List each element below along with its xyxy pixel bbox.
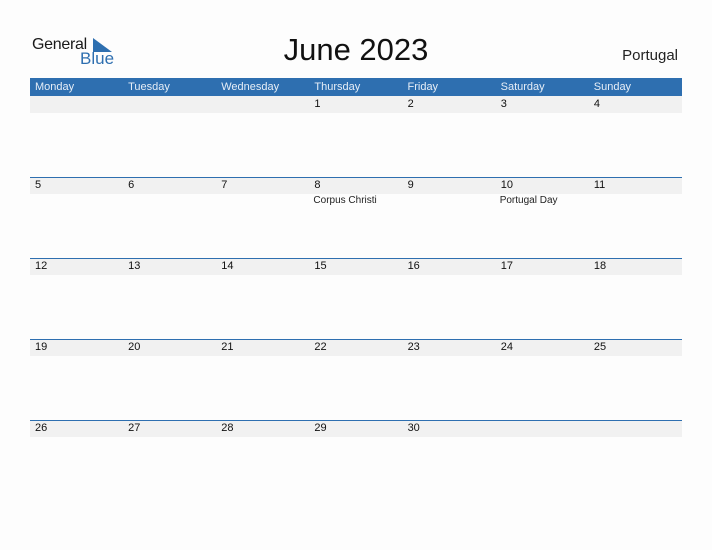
day-number: 22 [314,341,327,353]
day-number: 18 [593,260,607,272]
calendar-title: June 2023 [283,32,429,67]
day-cell: 24 [496,339,589,420]
week-row: 1 2 3 4 [30,96,682,177]
day-cell: 14 [216,258,309,339]
day-number: 30 [407,422,420,434]
day-cell: 5 [30,177,123,258]
day-cell: 11 [589,177,682,258]
day-number: 7 [221,179,228,191]
day-number: 11 [593,179,606,191]
day-cell: 15 [309,258,402,339]
day-number: 1 [314,98,321,110]
day-cell: 9 [403,177,496,258]
day-cell: 26 [30,420,123,501]
day-number: 13 [128,260,141,272]
day-number: 25 [593,341,607,353]
day-number: 12 [35,260,48,272]
day-cell [589,420,682,501]
day-number: 6 [128,179,135,191]
week-row: 5 6 7 8 Corpus Christi 9 10 Portugal Day 11 [30,177,682,258]
day-number: 26 [35,422,48,434]
week-row: 26 27 28 29 30 [30,420,682,501]
country-label: Portugal [622,47,678,64]
day-number: 24 [500,341,513,353]
weekday-saturday: Saturday [500,81,545,93]
weekday-wednesday: Wednesday [221,81,280,93]
day-cell: 12 [30,258,123,339]
weekday-monday: Monday [35,81,75,93]
day-number: 23 [407,341,420,353]
day-cell [123,96,216,177]
weekday-thursday: Thursday [314,81,361,93]
day-number: 9 [407,179,414,191]
day-cell: 19 [30,339,123,420]
day-cell: 18 [589,258,682,339]
holiday-label: Portugal Day [499,195,558,206]
day-cell: 23 [403,339,496,420]
day-number: 8 [314,179,321,191]
day-cell: 16 [403,258,496,339]
week-row: 12 13 14 15 16 17 18 [30,258,682,339]
weekday-header: Monday Tuesday Wednesday Thursday Friday… [30,78,682,96]
holiday-label: Corpus Christi [313,195,377,206]
day-cell: 7 [216,177,309,258]
day-number: 20 [128,341,141,353]
day-cell: 30 [403,420,496,501]
day-cell: 20 [123,339,216,420]
day-cell: 4 [589,96,682,177]
day-cell [496,420,589,501]
day-cell: 29 [309,420,402,501]
day-cell: 17 [496,258,589,339]
day-cell: 22 [309,339,402,420]
day-number: 4 [593,98,600,110]
day-cell [216,96,309,177]
day-cell: 2 [403,96,496,177]
day-cell: 8 Corpus Christi [309,177,402,258]
day-number: 27 [128,422,141,434]
day-number: 14 [221,260,234,272]
day-cell: 25 [589,339,682,420]
day-number: 2 [407,98,414,110]
day-number: 28 [221,422,234,434]
day-cell: 21 [216,339,309,420]
day-cell: 1 [309,96,402,177]
day-number: 10 [500,179,513,191]
day-number: 15 [314,260,327,272]
day-number: 5 [35,179,42,191]
day-number: 3 [500,98,507,110]
weekday-friday: Friday [407,81,439,93]
day-number: 29 [314,422,327,434]
day-number: 19 [35,341,48,353]
day-number: 16 [407,260,420,272]
day-cell: 6 [123,177,216,258]
day-number: 17 [500,260,513,272]
day-cell: 28 [216,420,309,501]
day-cell: 27 [123,420,216,501]
weekday-sunday: Sunday [593,81,632,93]
day-cell: 3 [496,96,589,177]
day-number: 21 [221,341,234,353]
weekday-tuesday: Tuesday [128,81,170,93]
week-row: 19 20 21 22 23 24 25 [30,339,682,420]
day-cell: 10 Portugal Day [496,177,589,258]
day-cell: 13 [123,258,216,339]
day-cell [30,96,123,177]
